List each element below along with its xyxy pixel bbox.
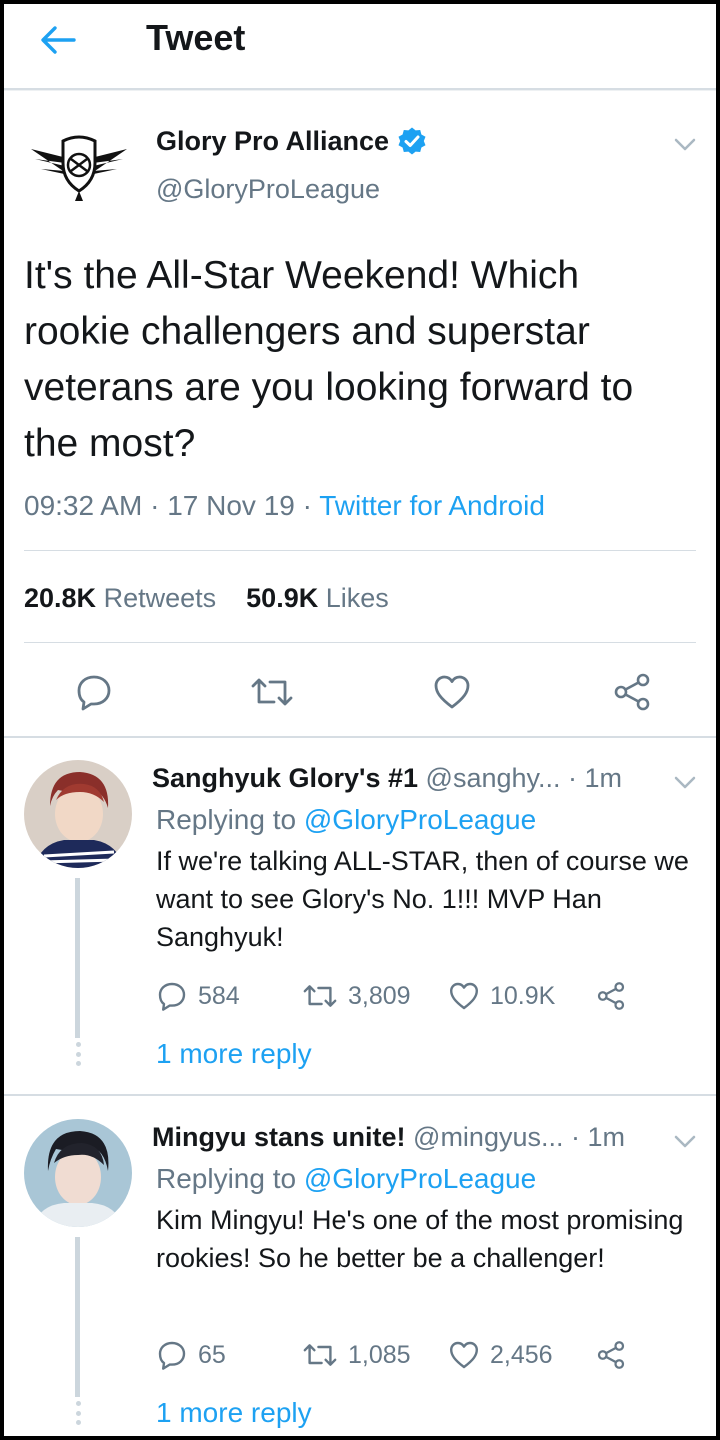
replying-to: Replying to @GloryProLeague bbox=[156, 1159, 536, 1199]
reply-author-handle[interactable]: @sanghy... bbox=[426, 763, 561, 793]
likes-stat[interactable]: 50.9K Likes bbox=[246, 583, 389, 613]
thread-line bbox=[75, 1237, 80, 1397]
reply-button[interactable]: 65 bbox=[156, 1333, 226, 1377]
reply-tweet[interactable]: Sanghyuk Glory's #1 @sanghy... · 1m Repl… bbox=[4, 738, 716, 1096]
meta-separator: · bbox=[302, 490, 320, 521]
reply-header: Sanghyuk Glory's #1 @sanghy... · 1m bbox=[152, 760, 622, 796]
thread-dots bbox=[74, 1042, 82, 1066]
retweet-button[interactable]: 1,085 bbox=[302, 1333, 411, 1377]
author-handle[interactable]: @GloryProLeague bbox=[156, 172, 380, 206]
heart-icon bbox=[450, 1341, 478, 1369]
replying-to-prefix: Replying to bbox=[156, 804, 297, 835]
reply-author-handle[interactable]: @mingyus... bbox=[413, 1122, 563, 1152]
heart-icon bbox=[450, 982, 478, 1010]
heart-icon bbox=[434, 675, 470, 709]
replying-to-prefix: Replying to bbox=[156, 1163, 297, 1194]
reply-icon bbox=[158, 982, 186, 1011]
chevron-down-icon[interactable] bbox=[670, 1127, 700, 1157]
retweets-label: Retweets bbox=[103, 583, 217, 613]
like-button[interactable]: 10.9K bbox=[448, 974, 555, 1018]
reply-time: · 1m bbox=[568, 763, 623, 793]
like-count: 10.9K bbox=[490, 981, 556, 1010]
chevron-down-icon[interactable] bbox=[670, 768, 700, 798]
tweet-source-link[interactable]: Twitter for Android bbox=[319, 490, 545, 521]
likes-count: 50.9K bbox=[246, 583, 319, 613]
reply-header: Mingyu stans unite! @mingyus... · 1m bbox=[152, 1119, 625, 1155]
retweet-button[interactable] bbox=[244, 664, 300, 720]
more-replies-link[interactable]: 1 more reply bbox=[156, 1393, 312, 1433]
top-bar: Tweet bbox=[4, 4, 716, 90]
tweet-time: 09:32 AM bbox=[24, 490, 143, 521]
back-button[interactable] bbox=[34, 16, 82, 64]
glory-logo-avatar[interactable] bbox=[24, 116, 134, 212]
reply-author-name[interactable]: Mingyu stans unite! bbox=[152, 1122, 406, 1152]
retweets-count: 20.8K bbox=[24, 583, 97, 613]
like-count: 2,456 bbox=[490, 1340, 553, 1369]
reply-author-name[interactable]: Sanghyuk Glory's #1 bbox=[152, 763, 418, 793]
reply-actions: 65 1,085 2,456 bbox=[152, 1333, 712, 1377]
reply-button[interactable] bbox=[66, 664, 122, 720]
engagement-stats: 20.8K Retweets 50.9K Likes bbox=[24, 578, 389, 618]
verified-badge-icon bbox=[398, 127, 426, 155]
divider bbox=[24, 642, 696, 643]
thread-line bbox=[75, 878, 80, 1038]
chevron-down-icon[interactable] bbox=[670, 130, 700, 160]
like-button[interactable] bbox=[424, 664, 480, 720]
retweets-stat[interactable]: 20.8K Retweets bbox=[24, 583, 216, 613]
more-replies-link[interactable]: 1 more reply bbox=[156, 1034, 312, 1074]
replying-to-link[interactable]: @GloryProLeague bbox=[304, 1163, 536, 1194]
tweet-meta: 09:32 AM · 17 Nov 19 · Twitter for Andro… bbox=[24, 486, 545, 526]
tweet-screen: Tweet Glory Pro Alliance @GloryProLeague… bbox=[4, 4, 716, 1436]
divider bbox=[24, 550, 696, 551]
reply-count: 584 bbox=[198, 981, 240, 1010]
thread-dots bbox=[74, 1401, 82, 1425]
retweet-icon bbox=[251, 678, 293, 706]
reply-text: If we're talking ALL-STAR, then of cours… bbox=[156, 846, 689, 952]
meta-separator: · bbox=[150, 490, 168, 521]
avatar[interactable] bbox=[24, 760, 132, 868]
share-button[interactable] bbox=[596, 1333, 626, 1377]
reply-time: · 1m bbox=[571, 1122, 625, 1152]
share-button[interactable] bbox=[604, 664, 660, 720]
reply-text: Kim Mingyu! He's one of the most promisi… bbox=[156, 1205, 684, 1273]
share-icon bbox=[597, 982, 625, 1010]
retweet-icon bbox=[303, 985, 337, 1007]
divider bbox=[4, 1094, 716, 1096]
author-name[interactable]: Glory Pro Alliance bbox=[156, 124, 427, 158]
retweet-icon bbox=[303, 1344, 337, 1366]
share-icon bbox=[614, 673, 650, 711]
author-name-text: Glory Pro Alliance bbox=[156, 126, 390, 156]
retweet-count: 3,809 bbox=[348, 981, 411, 1010]
retweet-button[interactable]: 3,809 bbox=[302, 974, 411, 1018]
page-title: Tweet bbox=[146, 17, 246, 58]
user-photo bbox=[24, 760, 132, 868]
replying-to: Replying to @GloryProLeague bbox=[156, 800, 536, 840]
avatar[interactable] bbox=[24, 1119, 132, 1227]
tweet-actions bbox=[4, 664, 716, 720]
reply-tweet[interactable]: Mingyu stans unite! @mingyus... · 1m Rep… bbox=[4, 1097, 716, 1436]
replying-to-link[interactable]: @GloryProLeague bbox=[304, 804, 536, 835]
retweet-count: 1,085 bbox=[348, 1340, 411, 1369]
glory-logo-icon bbox=[31, 135, 127, 201]
reply-icon bbox=[158, 1341, 186, 1370]
likes-label: Likes bbox=[325, 583, 389, 613]
reply-icon bbox=[77, 675, 111, 711]
reply-count: 65 bbox=[198, 1340, 226, 1369]
arrow-left-icon bbox=[41, 26, 76, 54]
tweet-text: It's the All-Star Weekend! Which rookie … bbox=[24, 254, 634, 465]
user-photo bbox=[24, 1119, 132, 1227]
tweet-date: 17 Nov 19 bbox=[167, 490, 295, 521]
share-icon bbox=[597, 1341, 625, 1369]
like-button[interactable]: 2,456 bbox=[448, 1333, 553, 1377]
share-button[interactable] bbox=[596, 974, 626, 1018]
reply-actions: 584 3,809 10.9K bbox=[152, 974, 712, 1018]
reply-button[interactable]: 584 bbox=[156, 974, 240, 1018]
